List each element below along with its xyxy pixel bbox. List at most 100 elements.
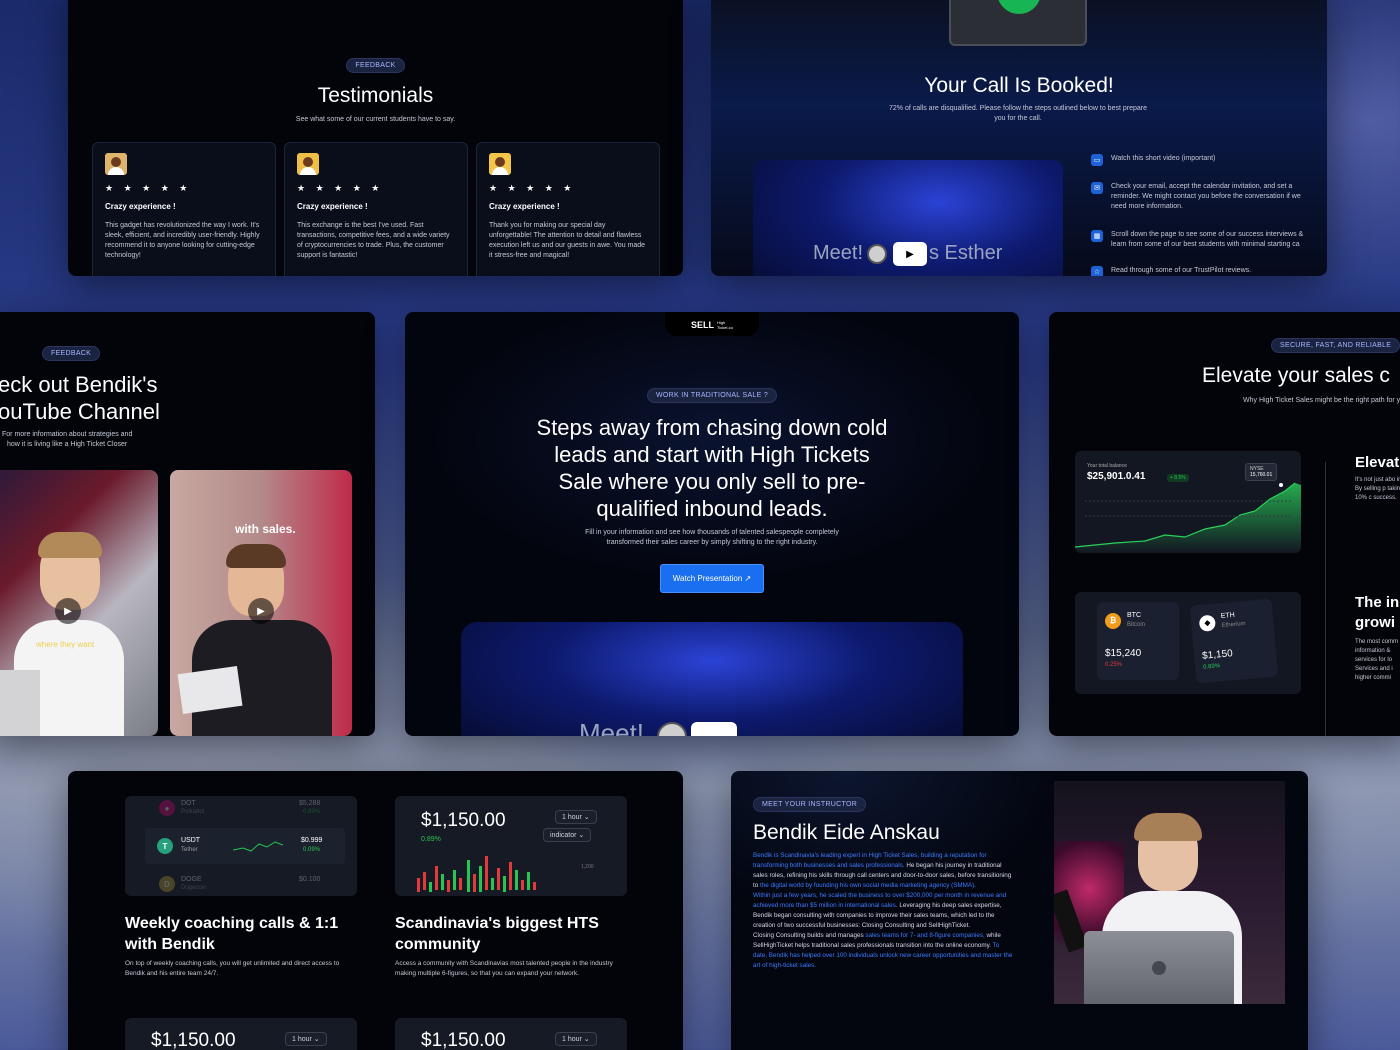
feature-title-2: Scandinavia's biggest HTS community xyxy=(395,915,599,953)
eth-card: ◆ ETH Etherium $1,150 0.89% xyxy=(1189,598,1279,684)
video-title-left: Meet! xyxy=(813,242,864,264)
video-caption: with sales. xyxy=(235,522,296,536)
instructor-panel: MEET YOUR INSTRUCTOR Bendik Eide Anskau … xyxy=(731,771,1308,1050)
star-icon: ☆ xyxy=(1091,266,1103,276)
coin-symbol: DOGE xyxy=(181,876,202,883)
step-text: Check your email, accept the calendar in… xyxy=(1111,183,1301,210)
coin-price: $1,150 xyxy=(1201,648,1234,662)
step-item: ▦ Scroll down the page to see some of ou… xyxy=(1091,230,1321,250)
booked-title: Your Call Is Booked! xyxy=(924,74,1114,97)
side-title-1: Elevat xyxy=(1355,454,1400,471)
testimonial-card: ★ ★ ★ ★ ★ Crazy experience ! This gadget… xyxy=(92,142,276,276)
list-item: T USDT Tether $0.999 0.09% xyxy=(145,828,345,864)
instructor-name: Bendik Eide Anskau xyxy=(753,821,940,844)
coin-name: Dogecoin xyxy=(181,885,207,891)
step-text: Watch this short video (important) xyxy=(1111,155,1216,162)
avatar xyxy=(657,722,687,736)
star-rating: ★ ★ ★ ★ ★ xyxy=(297,183,384,193)
video-title-right: s Esther xyxy=(929,242,1003,264)
hero-pill: WORK IN TRADITIONAL SALE ? xyxy=(646,388,778,403)
call-booked-panel: Your Call Is Booked! 72% of calls are di… xyxy=(711,0,1327,276)
balance-widget: Your total balance $25,901.0.41 + 8.5% N… xyxy=(1075,451,1301,553)
coin-symbol: USDT xyxy=(181,837,201,844)
testimonial-heading: Crazy experience ! xyxy=(489,202,560,211)
crypto-list-widget: ● DOT Polkadot $5,288 0.89% T USDT Tethe… xyxy=(125,796,357,896)
youtube-title-1: eck out Bendik's xyxy=(0,372,158,397)
hero-subtitle: Fill in your information and see how tho… xyxy=(585,529,839,546)
coin-name: Bitcoin xyxy=(1127,622,1146,628)
sparkline xyxy=(233,841,283,852)
feedback-pill: FEEDBACK xyxy=(346,58,405,73)
feature-text-2: Access a community with Scandinavias mos… xyxy=(395,960,613,977)
testimonial-text: Thank you for making our special day unf… xyxy=(489,222,646,259)
step-text: Read through some of our TrustPilot revi… xyxy=(1111,267,1252,274)
play-button[interactable]: ▶ xyxy=(248,598,274,624)
youtube-video-thumbnail[interactable]: ▶ where they want xyxy=(0,470,158,736)
coin-symbol: DOT xyxy=(181,800,196,807)
tether-icon: T xyxy=(157,838,173,854)
step-item: ▭ Watch this short video (important) xyxy=(1091,154,1321,166)
mail-icon: ✉ xyxy=(1091,182,1103,194)
feedback-pill: FEEDBACK xyxy=(42,346,101,361)
apple-logo-icon xyxy=(1152,961,1166,975)
testimonial-heading: Crazy experience ! xyxy=(297,202,368,211)
video-caption: where they want xyxy=(36,640,95,649)
testimonials-subtitle: See what some of our current students ha… xyxy=(295,116,456,123)
btc-card: ₿ BTC Bitcoin $15,240 0.25% xyxy=(1097,602,1179,680)
list-item: D DOGE Dogecoin $0.100 xyxy=(125,872,357,896)
youtube-video-thumbnail[interactable]: ▶ with sales. xyxy=(170,470,352,736)
dogecoin-icon: D xyxy=(159,876,175,892)
balance-chart xyxy=(1075,482,1301,553)
timeframe-select[interactable]: 1 hour ⌄ xyxy=(285,1032,327,1046)
elevate-panel: SECURE, FAST, AND RELIABLE Elevate your … xyxy=(1049,312,1400,736)
testimonials-panel: FEEDBACK Testimonials See what some of o… xyxy=(68,0,683,276)
price-value: $1,150.00 xyxy=(421,1030,506,1050)
coin-change: 0.89% xyxy=(303,809,321,815)
elevate-title: Elevate your sales c xyxy=(1202,364,1390,387)
avatar xyxy=(105,153,127,175)
coin-price: $15,240 xyxy=(1105,648,1142,659)
instructor-bio: Bendik is Scandinavia's leading expert i… xyxy=(753,852,1013,969)
timeframe-select[interactable]: 1 hour ⌄ xyxy=(555,1032,597,1046)
price-chart-widget: $1,150.00 0.89% 1 hour ⌄ indicator ⌄ 1,2… xyxy=(395,796,627,896)
candlestick-chart xyxy=(417,856,536,892)
intro-video[interactable]: Meet! ▶ s Esther xyxy=(753,160,1063,276)
coin-symbol: BTC xyxy=(1127,612,1141,619)
instructor-photo xyxy=(1054,781,1285,1004)
play-button[interactable] xyxy=(691,722,737,736)
step-item: ☆ Read through some of our TrustPilot re… xyxy=(1091,266,1321,276)
coin-symbol: ETH xyxy=(1220,611,1236,621)
coin-change: 0.89% xyxy=(1202,663,1221,671)
step-text: Scroll down the page to see some of our … xyxy=(1111,231,1304,248)
polkadot-icon: ● xyxy=(159,800,175,816)
hero-headline: Steps away from chasing down cold leads … xyxy=(536,415,888,521)
instructor-pill: MEET YOUR INSTRUCTOR xyxy=(753,797,867,812)
coin-name: Polkadot xyxy=(181,809,205,815)
presentation-video[interactable]: Meet! xyxy=(461,622,963,736)
bitcoin-icon: ₿ xyxy=(1105,612,1121,629)
calendar-icon: ▦ xyxy=(1091,230,1103,242)
coin-price: $0.100 xyxy=(299,876,321,883)
play-button[interactable]: ▶ xyxy=(893,242,927,266)
calendar-check-icon xyxy=(949,0,1087,46)
price-widget: $1,150.00 1 hour ⌄ xyxy=(395,1018,627,1050)
booked-subtitle: 72% of calls are disqualified. Please fo… xyxy=(889,105,1147,122)
play-button[interactable]: ▶ xyxy=(55,598,81,624)
secure-pill: SECURE, FAST, AND RELIABLE xyxy=(1271,338,1400,353)
ethereum-icon: ◆ xyxy=(1198,614,1216,632)
coin-price: $0.999 xyxy=(301,837,323,844)
side-text-2: The most comm information & services for… xyxy=(1355,639,1399,681)
testimonials-title: Testimonials xyxy=(317,84,434,107)
price-value: $1,150.00 xyxy=(151,1030,236,1050)
side-text-1: It's not just abo in. By selling p takin… xyxy=(1355,477,1400,501)
feature-title-1: Weekly coaching calls & 1:1 with Bendik xyxy=(125,915,339,953)
youtube-subtitle-2: how it is living like a High Ticket Clos… xyxy=(7,441,128,448)
watch-presentation-button[interactable]: Watch Presentation ↗ xyxy=(659,564,765,593)
avatar xyxy=(297,153,319,175)
coin-price: $5,288 xyxy=(299,800,321,807)
top-notch: SELL High Ticket.co xyxy=(665,312,759,336)
list-item: ● DOT Polkadot $5,288 0.89% xyxy=(125,796,357,826)
coin-name: Tether xyxy=(181,847,198,853)
logo: SELL xyxy=(691,320,715,330)
side-title-2a: The in xyxy=(1355,594,1400,611)
